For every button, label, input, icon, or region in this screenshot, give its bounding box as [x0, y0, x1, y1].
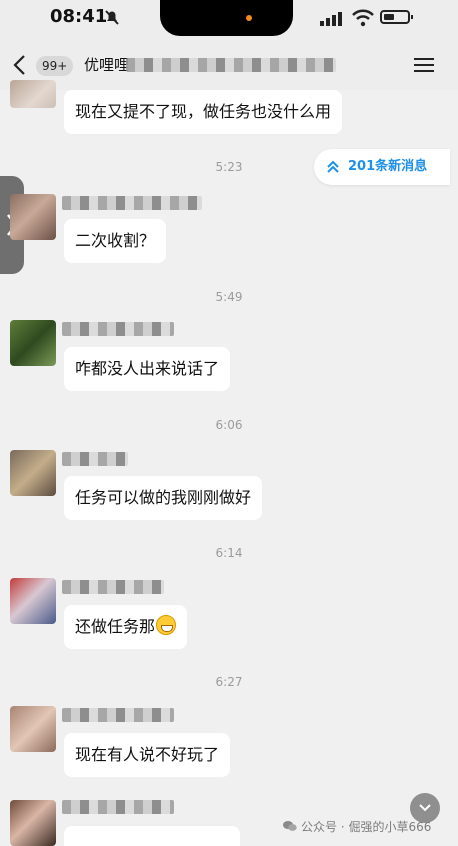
menu-icon[interactable] [414, 58, 434, 72]
title-redaction [126, 58, 336, 72]
avatar[interactable] [10, 578, 56, 624]
chat-title: 优哩哩 [84, 56, 130, 74]
avatar[interactable] [10, 450, 56, 496]
sender-name-redaction [62, 452, 128, 466]
message-text: 还做任务那 [75, 617, 156, 636]
bell-off-icon [105, 10, 119, 25]
message-bubble[interactable]: 现在有人说不好玩了 [64, 733, 231, 777]
status-bar: 08:41 [0, 0, 458, 40]
avatar[interactable] [10, 194, 56, 240]
signal-icon [320, 12, 342, 26]
sender-name-redaction [62, 708, 174, 722]
timestamp: 6:06 [215, 418, 243, 432]
timestamp: 5:23 [215, 160, 243, 174]
avatar[interactable] [10, 800, 56, 846]
battery-icon [380, 10, 413, 24]
avatar[interactable] [10, 80, 56, 108]
camera-notch [160, 0, 293, 36]
message-bubble-partial[interactable] [64, 826, 240, 846]
timestamp: 6:14 [215, 546, 243, 560]
grin-emoji-icon [156, 615, 177, 635]
avatar[interactable] [10, 320, 56, 366]
watermark: 公众号 · 倔强的小草666 [283, 818, 431, 835]
status-time: 08:41 [50, 6, 108, 27]
chat-header: 99+ 优哩哩 [0, 40, 458, 90]
avatar[interactable] [10, 706, 56, 752]
sender-name-redaction [62, 196, 202, 210]
sender-name-redaction [62, 580, 164, 594]
camera-indicator [246, 15, 252, 21]
watermark-label: 公众号 · 倔强的小草666 [301, 820, 432, 834]
message-bubble[interactable]: 还做任务那 [64, 605, 188, 649]
chevron-down-icon [419, 804, 431, 812]
chevron-left-icon[interactable] [12, 54, 28, 76]
unread-badge: 99+ [36, 56, 74, 76]
timestamp: 5:49 [215, 290, 243, 304]
message-bubble[interactable]: 任务可以做的我刚刚做好 [64, 476, 263, 520]
sender-name-redaction [62, 322, 174, 336]
wechat-icon [283, 821, 297, 831]
message-bubble[interactable]: 二次收割？ [64, 219, 167, 263]
timestamp: 6:27 [215, 675, 243, 689]
message-bubble[interactable]: 咋都没人出来说话了 [64, 347, 231, 391]
wifi-icon [352, 9, 374, 27]
message-bubble[interactable]: 现在又提不了现，做任务也没什么用 [64, 90, 343, 134]
sender-name-redaction [62, 800, 174, 814]
